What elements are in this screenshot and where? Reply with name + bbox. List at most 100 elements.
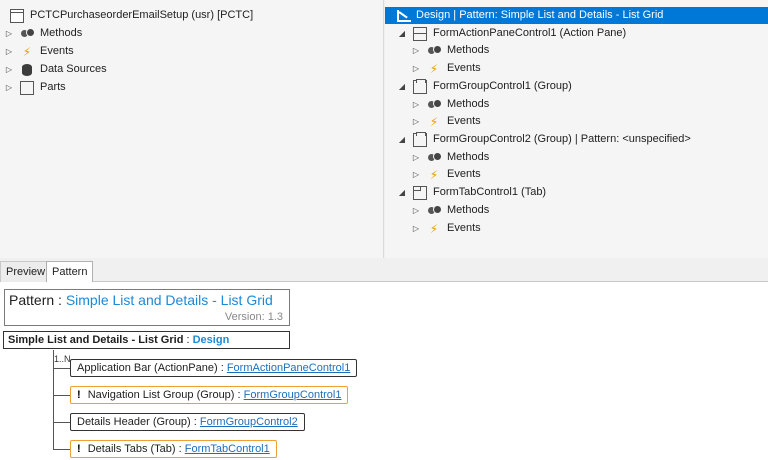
tree-item-methods[interactable]: ▷ Methods — [4, 25, 82, 42]
tree-node-tab[interactable]: ◢ FormTabControl1 (Tab) — [397, 184, 546, 201]
expand-arrow-icon[interactable]: ▷ — [411, 166, 421, 183]
tree-item-label: Events — [40, 45, 74, 57]
methods-icon — [427, 204, 442, 218]
tab-preview[interactable]: Preview — [0, 261, 52, 282]
expand-arrow-icon[interactable]: ▷ — [4, 79, 14, 96]
tree-item-events[interactable]: ▷ ⚡ Events — [411, 60, 481, 77]
node-separator: : — [193, 416, 197, 428]
tree-connector — [53, 422, 70, 423]
expand-arrow-icon[interactable]: ▷ — [411, 202, 421, 219]
warning-icon: ! — [77, 389, 81, 401]
node-link[interactable]: FormGroupControl1 — [244, 389, 342, 401]
design-icon — [396, 9, 411, 23]
tree-item-label: Methods — [447, 151, 490, 163]
tree-root-form[interactable]: PCTCPurchaseorderEmailSetup (usr) [PCTC] — [4, 7, 253, 24]
tree-item-data-sources[interactable]: ▷ Data Sources — [4, 61, 107, 78]
tree-design-node[interactable]: Design | Pattern: Simple List and Detail… — [385, 7, 768, 24]
tree-node-action-pane[interactable]: ◢ FormActionPaneControl1 (Action Pane) — [397, 25, 626, 42]
methods-icon — [20, 27, 35, 41]
warning-icon: ! — [77, 443, 81, 455]
pattern-panel: Pattern : Simple List and Details - List… — [0, 282, 768, 460]
tree-item-label: Events — [447, 62, 481, 74]
node-link[interactable]: FormActionPaneControl1 — [227, 362, 351, 374]
node-separator: : — [178, 443, 182, 455]
node-link[interactable]: FormTabControl1 — [185, 443, 270, 455]
expand-arrow-icon[interactable]: ▷ — [411, 149, 421, 166]
root-node-target[interactable]: Design — [193, 334, 230, 346]
node-label: Navigation List Group (Group) — [87, 389, 235, 401]
expand-arrow-icon[interactable]: ▷ — [411, 42, 421, 59]
tree-item-parts[interactable]: ▷ Parts — [4, 79, 66, 96]
tree-item-label: Data Sources — [40, 63, 107, 75]
tree-node-label: FormGroupControl2 (Group) | Pattern: <un… — [433, 133, 691, 145]
database-icon — [20, 63, 34, 77]
collapse-arrow-icon[interactable]: ◢ — [397, 131, 407, 148]
pattern-node-details-header: Details Header (Group) : FormGroupContro… — [70, 413, 305, 431]
tree-item-label: Events — [447, 115, 481, 127]
node-separator: : — [237, 389, 241, 401]
tree-item-methods[interactable]: ▷ Methods — [411, 202, 489, 219]
expand-arrow-icon[interactable]: ▷ — [411, 113, 421, 130]
tree-item-methods[interactable]: ▷ Methods — [411, 149, 489, 166]
tree-connector — [53, 395, 70, 396]
root-node-name: Simple List and Details - List Grid — [8, 334, 184, 346]
root-node-separator: : — [186, 334, 190, 346]
version-label: Version: — [224, 311, 265, 323]
tree-item-methods[interactable]: ▷ Methods — [411, 96, 489, 113]
pattern-version: Version: 1.3 — [225, 311, 283, 323]
tree-item-label: Methods — [40, 27, 83, 39]
methods-icon — [427, 44, 442, 58]
pattern-node-application-bar: Application Bar (ActionPane) : FormActio… — [70, 359, 358, 377]
tab-pattern[interactable]: Pattern — [46, 261, 94, 283]
expand-arrow-icon[interactable]: ▷ — [411, 220, 421, 237]
tree-item-label: Methods — [447, 204, 490, 216]
events-lightning-icon: ⚡ — [429, 167, 439, 182]
expand-arrow-icon[interactable]: ▷ — [411, 60, 421, 77]
version-value: 1.3 — [267, 311, 283, 323]
tree-connector — [53, 368, 70, 369]
tree-item-methods[interactable]: ▷ Methods — [411, 42, 489, 59]
parts-icon — [20, 80, 34, 95]
tree-item-events[interactable]: ▷ ⚡ Events — [411, 220, 481, 237]
node-label: Details Header (Group) — [77, 416, 191, 428]
methods-icon — [427, 151, 442, 165]
collapse-arrow-icon[interactable]: ◢ — [397, 78, 407, 95]
tree-node-label: FormTabControl1 (Tab) — [433, 186, 547, 198]
collapse-arrow-icon[interactable]: ◢ — [397, 25, 407, 42]
pattern-label: Pattern — [9, 292, 55, 308]
pattern-root-node: Simple List and Details - List Grid : De… — [3, 331, 290, 349]
node-label: Details Tabs (Tab) — [87, 443, 176, 455]
bottom-tab-strip: Preview Pattern — [0, 258, 768, 283]
methods-icon — [427, 98, 442, 112]
tree-connector — [53, 449, 70, 450]
expand-arrow-icon[interactable]: ▷ — [4, 43, 14, 60]
form-icon — [10, 8, 24, 23]
expand-arrow-icon[interactable]: ▷ — [4, 61, 14, 78]
tree-item-events[interactable]: ▷ ⚡ Events — [411, 113, 481, 130]
pattern-node-details-tabs: ! Details Tabs (Tab) : FormTabControl1 — [70, 440, 277, 458]
events-lightning-icon: ⚡ — [22, 44, 32, 59]
tree-node-label: FormGroupControl1 (Group) — [433, 80, 572, 92]
tree-item-label: Methods — [447, 44, 490, 56]
events-lightning-icon: ⚡ — [429, 114, 439, 129]
expand-arrow-icon[interactable]: ▷ — [4, 25, 14, 42]
tree-node-group-1[interactable]: ◢ FormGroupControl1 (Group) — [397, 78, 572, 95]
tree-root-label: PCTCPurchaseorderEmailSetup (usr) [PCTC] — [30, 9, 254, 21]
pattern-name: Simple List and Details - List Grid — [65, 292, 273, 308]
tree-item-events[interactable]: ▷ ⚡ Events — [411, 166, 481, 183]
design-label: Design | Pattern: Simple List and Detail… — [416, 9, 664, 21]
events-lightning-icon: ⚡ — [429, 221, 439, 236]
tree-item-events[interactable]: ▷ ⚡ Events — [4, 43, 74, 60]
tree-connector-vertical — [53, 350, 54, 450]
tree-item-label: Parts — [40, 81, 66, 93]
right-tree-pane: Design | Pattern: Simple List and Detail… — [385, 0, 768, 258]
tree-node-group-2[interactable]: ◢ FormGroupControl2 (Group) | Pattern: <… — [397, 131, 691, 148]
collapse-arrow-icon[interactable]: ◢ — [397, 184, 407, 201]
node-link[interactable]: FormGroupControl2 — [200, 416, 298, 428]
expand-arrow-icon[interactable]: ▷ — [411, 96, 421, 113]
node-separator: : — [220, 362, 224, 374]
pattern-title: Pattern : Simple List and Details - List… — [9, 292, 273, 308]
events-lightning-icon: ⚡ — [429, 61, 439, 76]
tree-item-label: Methods — [447, 98, 490, 110]
group-icon — [413, 78, 427, 94]
